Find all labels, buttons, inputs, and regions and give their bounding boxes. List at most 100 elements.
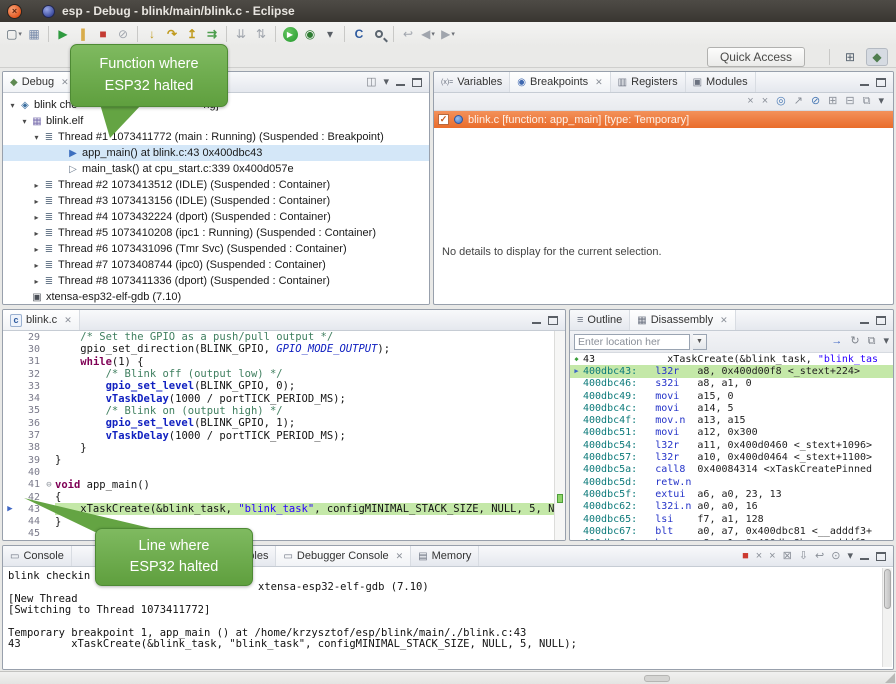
tab-close-icon[interactable]: ✕ <box>396 551 404 562</box>
scrollbar-thumb[interactable] <box>884 569 891 609</box>
disassembly-row[interactable]: 400dbc62: l32i.n a0, a0, 16 <box>570 501 893 513</box>
expand-arrow-icon[interactable]: ▸ <box>31 213 42 222</box>
console-scrollbar[interactable] <box>882 568 892 667</box>
instruction-stepping-icon[interactable]: ⇉ <box>202 24 222 44</box>
debug-tree-item[interactable]: ▶app_main() at blink.c:43 0x400dbc43 <box>3 145 429 161</box>
breakpoint-checkbox[interactable]: ✓ <box>438 114 449 125</box>
expand-arrow-icon[interactable]: ▾ <box>19 117 30 126</box>
minimize-icon[interactable] <box>860 78 869 87</box>
collapse-all-icon[interactable]: ⊟ <box>845 96 854 107</box>
terminate-icon[interactable]: ■ <box>93 24 113 44</box>
minimize-icon[interactable] <box>532 316 541 325</box>
disassembly-row[interactable]: 400dbc5d: retw.n <box>570 476 893 488</box>
tab-close-icon[interactable]: ✕ <box>61 77 69 88</box>
disassembly-row[interactable]: 400dbc65: lsi f7, a1, 128 <box>570 513 893 525</box>
suspend-icon[interactable]: ∥ <box>73 24 93 44</box>
editor-line[interactable]: 37 vTaskDelay(1000 / portTICK_PERIOD_MS)… <box>3 429 554 441</box>
new-wizard-icon[interactable]: ▢▾ <box>4 24 24 44</box>
editor-line[interactable]: 36 gpio_set_level(BLINK_GPIO, 1); <box>3 417 554 429</box>
breakpoint-row[interactable]: ✓ blink.c [function: app_main] [type: Te… <box>434 111 893 128</box>
skip-all-breakpoints-icon[interactable]: ⊘ <box>811 96 820 107</box>
remove-all-breakpoints-icon[interactable]: × <box>762 96 768 107</box>
view-menu-icon[interactable]: ▾ <box>383 77 389 88</box>
debug-tree-item[interactable]: ▸≣Thread #2 1073413512 (IDLE) (Suspended… <box>3 177 429 193</box>
debug-tree-item[interactable]: ▾≣Thread #1 1073411772 (main : Running) … <box>3 129 429 145</box>
editor-line[interactable]: 35 /* Blink on (output high) */ <box>3 405 554 417</box>
debug-icon[interactable]: ◉ <box>300 24 320 44</box>
editor-line[interactable]: 31 while(1) { <box>3 356 554 368</box>
expand-arrow-icon[interactable]: ▾ <box>31 133 42 142</box>
forward-icon[interactable]: ▶▾ <box>438 24 458 44</box>
remove-breakpoint-icon[interactable]: × <box>747 96 753 107</box>
fold-marker-icon[interactable]: ⊖ <box>43 480 55 490</box>
location-combo-dropdown-icon[interactable]: ▼ <box>693 334 707 350</box>
editor-line[interactable]: 32 /* Blink off (output low) */ <box>3 368 554 380</box>
debug-tree-item[interactable]: ▸≣Thread #8 1073411336 (dport) (Suspende… <box>3 273 429 289</box>
disassembly-row[interactable]: 400dbc46: s32i a8, a1, 0 <box>570 378 893 390</box>
locate-pc-icon[interactable]: → <box>831 336 842 347</box>
minimize-icon[interactable] <box>396 78 405 87</box>
new-c-file-icon[interactable]: C <box>349 24 369 44</box>
tab-debugger-console[interactable]: ▭Debugger Console✕ <box>276 546 411 566</box>
location-combo[interactable]: Enter location her <box>574 334 690 350</box>
overview-ruler[interactable] <box>554 331 565 540</box>
expand-arrow-icon[interactable]: ▸ <box>31 245 42 254</box>
disassembly-row[interactable]: ▶400dbc43: l32r a8, 0x400d00f8 <_stext+2… <box>570 365 893 377</box>
resize-grip[interactable] <box>885 673 895 683</box>
quick-access-button[interactable]: Quick Access <box>707 47 805 67</box>
debug-tree-item[interactable]: ▷main_task() at cpu_start.c:339 0x400d05… <box>3 161 429 177</box>
expand-arrow-icon[interactable]: ▸ <box>31 277 42 286</box>
disassembly-row[interactable]: 400dbc54: l32r a11, 0x400d0460 <_stext+1… <box>570 439 893 451</box>
last-edit-location-icon[interactable]: ↩ <box>398 24 418 44</box>
disassembly-row[interactable]: 400dbc4c: movi a14, 5 <box>570 402 893 414</box>
tab-console[interactable]: ▭Console <box>3 546 72 566</box>
tab-close-icon[interactable]: ✕ <box>64 315 72 326</box>
save-icon[interactable]: ▦ <box>24 24 44 44</box>
debug-tree-item[interactable]: ▸≣Thread #7 1073408744 (ipc0) (Suspended… <box>3 257 429 273</box>
expand-arrow-icon[interactable]: ▸ <box>31 181 42 190</box>
expand-arrow-icon[interactable]: ▸ <box>31 197 42 206</box>
tab-memory[interactable]: ▤Memory <box>411 546 479 566</box>
maximize-icon[interactable] <box>412 78 422 87</box>
maximize-icon[interactable] <box>876 316 886 325</box>
open-perspective-icon[interactable]: ⊞ <box>839 48 861 66</box>
expand-arrow-icon[interactable]: ▾ <box>7 101 18 110</box>
disassembly-row[interactable]: ◆43 xTaskCreate(&blink_task, "blink_tas <box>570 353 893 365</box>
editor-line[interactable]: 38 } <box>3 442 554 454</box>
debug-tree-item[interactable]: ▸≣Thread #3 1073413156 (IDLE) (Suspended… <box>3 193 429 209</box>
remove-all-launches-icon[interactable]: × <box>769 551 775 562</box>
editor-line[interactable]: 39} <box>3 454 554 466</box>
tab-registers[interactable]: ▥Registers <box>611 72 686 92</box>
expand-all-icon[interactable]: ⊞ <box>828 96 837 107</box>
tab-variables[interactable]: (x)=Variables <box>434 72 510 92</box>
drop-to-frame-icon[interactable]: ⇊ <box>231 24 251 44</box>
editor-line[interactable]: 29 /* Set the GPIO as a push/pull output… <box>3 331 554 343</box>
tab-outline[interactable]: ≡Outline <box>570 310 630 330</box>
disassembly-row[interactable]: 400dbc6a: bnone a8, a1, 0x400dbc8b <__ad… <box>570 537 893 540</box>
tab-close-icon[interactable]: ✕ <box>720 315 728 326</box>
tab-disassembly[interactable]: ▦Disassembly✕ <box>630 310 735 330</box>
disassembly-row[interactable]: 400dbc4f: mov.n a13, a15 <box>570 414 893 426</box>
debug-tree-item[interactable]: ▾▦blink.elf <box>3 113 429 129</box>
disassembly-row[interactable]: 400dbc5f: extui a6, a0, 23, 13 <box>570 488 893 500</box>
editor-line[interactable]: 30 gpio_set_direction(BLINK_GPIO, GPIO_M… <box>3 343 554 355</box>
tab-close-icon[interactable]: ✕ <box>595 77 603 88</box>
resume-icon[interactable]: ▶ <box>53 24 73 44</box>
tab-breakpoints[interactable]: ◉Breakpoints✕ <box>510 72 610 92</box>
pin-console-icon[interactable]: ⊙ <box>831 551 840 562</box>
clear-console-icon[interactable]: ⊠ <box>783 551 792 562</box>
maximize-icon[interactable] <box>876 552 886 561</box>
disassembly-row[interactable]: 400dbc5a: call8 0x40084314 <xTaskCreateP… <box>570 464 893 476</box>
disassembly-listing[interactable]: ◆43 xTaskCreate(&blink_task, "blink_tas▶… <box>570 353 893 540</box>
minimize-icon[interactable] <box>860 316 869 325</box>
step-return-icon[interactable]: ↥ <box>182 24 202 44</box>
run-config-dropdown-icon[interactable]: ▾ <box>320 24 340 44</box>
go-to-file-icon[interactable]: ↗ <box>794 96 803 107</box>
step-into-icon[interactable]: ↓ <box>142 24 162 44</box>
debug-tree-item[interactable]: ▸≣Thread #5 1073410208 (ipc1 : Running) … <box>3 225 429 241</box>
editor-line[interactable]: 41⊖void app_main() <box>3 479 554 491</box>
editor-line[interactable]: 40 <box>3 466 554 478</box>
console-dropdown-icon[interactable]: ▾ <box>847 551 853 562</box>
debug-tree-item[interactable]: ▸≣Thread #6 1073431096 (Tmr Svc) (Suspen… <box>3 241 429 257</box>
word-wrap-icon[interactable]: ↩ <box>815 551 824 562</box>
